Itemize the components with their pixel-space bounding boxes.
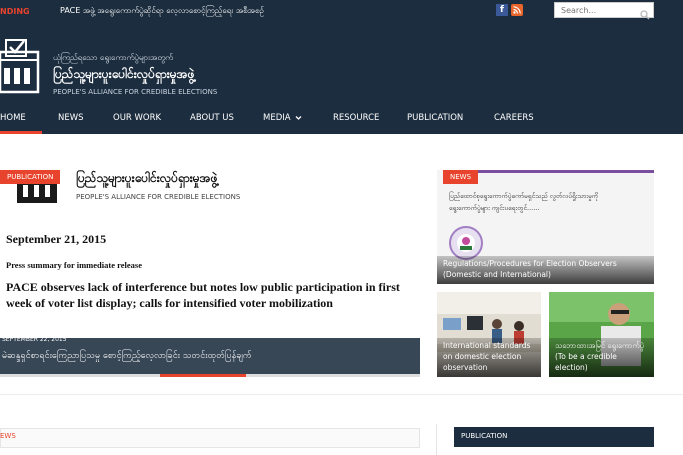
nav-careers[interactable]: CAREERS (494, 113, 534, 123)
logo-title-en: PEOPLE'S ALLIANCE FOR CREDIBLE ELECTIONS (53, 88, 218, 96)
election-emblem-icon (449, 226, 483, 260)
doc-org-name-mm: ပြည်သူ့များပူးပေါင်းလှုပ်ရှားမှုအဖွဲ့ (76, 171, 218, 185)
search-icon[interactable] (640, 5, 650, 20)
logo-tagline-mm: ယုံကြည်ရသော ရွေးကောက်ပွဲများအတွက် (53, 53, 173, 62)
nav-home[interactable]: HOME (0, 113, 26, 123)
news-section-header (0, 428, 420, 448)
tile-regulations[interactable]: ပြည်ထောင်စုရွေးကောက်ပွဲကော်မရှင်သည် လွတ်… (437, 170, 654, 284)
doc-org-name-en: PEOPLE'S ALLIANCE FOR CREDIBLE ELECTIONS (76, 193, 241, 201)
featured-post[interactable]: ပြည်သူ့များပူးပေါင်းလှုပ်ရှားမှုအဖွဲ့ PE… (0, 170, 420, 376)
nav-publication[interactable]: PUBLICATION (407, 113, 463, 123)
category-badge[interactable]: PUBLICATION (0, 170, 61, 184)
tile-caption[interactable]: Regulations/Procedures for Election Obse… (437, 256, 654, 284)
facebook-icon[interactable]: f (496, 4, 508, 16)
main-nav: HOME NEWS OUR WORK ABOUT US MEDIA RESOUR… (0, 104, 683, 134)
category-badge[interactable]: NEWS (443, 170, 479, 184)
column-divider (436, 424, 437, 455)
top-bar: NDING PACE အဖွဲ့ အရွေးကောက်ပွဲဆိုင်ရာ လေ… (0, 0, 683, 22)
section-divider (0, 394, 683, 395)
logo-title-mm: ပြည်သူ့များပူးပေါင်းလှုပ်ရှားမှုအဖွဲ့ (53, 67, 195, 81)
nav-news[interactable]: NEWS (58, 113, 84, 123)
feature-date: SEPTEMBER 22, 2015 (2, 336, 67, 343)
site-logo[interactable] (0, 30, 42, 98)
doc-date: September 21, 2015 (6, 232, 107, 246)
nav-resource[interactable]: RESOURCE (333, 113, 379, 123)
chevron-down-icon[interactable] (295, 114, 302, 124)
publication-section-title[interactable]: PUBLICATION (461, 432, 507, 440)
feature-title[interactable]: မဲဆန္ဒရှင်စာရင်းကြေညာပြသမှု စောင့်ကြည့်လ… (2, 350, 252, 363)
tile-caption[interactable]: သဘောထားအမြင် ရွေးကောက်ပွဲ (To be a credi… (549, 338, 654, 377)
nav-about-us[interactable]: ABOUT US (190, 113, 234, 123)
nav-our-work[interactable]: OUR WORK (113, 113, 161, 123)
news-section-title[interactable]: EWS (0, 432, 16, 440)
nav-media[interactable]: MEDIA (263, 113, 291, 123)
trending-label: NDING (0, 6, 30, 16)
tile-caption[interactable]: International standards on domestic elec… (437, 338, 541, 377)
tile-doc-line2: ရွေးကောက်ပွဲများ ကျင်းပရေးတွင်...... (449, 204, 540, 212)
tile-international-standards[interactable]: International standards on domestic elec… (437, 292, 541, 377)
news-ticker[interactable]: PACE အဖွဲ့ အရွေးကောက်ပွဲဆိုင်ရာ လေ့လာစော… (60, 5, 264, 17)
site-header: ယုံကြည်ရသော ရွေးကောက်ပွဲများအတွက် ပြည်သူ… (0, 22, 683, 104)
tile-doc-line1: ပြည်ထောင်စုရွေးကောက်ပွဲကော်မရှင်သည် လွတ်… (449, 192, 599, 200)
tile-credible-election[interactable]: သဘောထားအမြင် ရွေးကောက်ပွဲ (To be a credi… (549, 292, 654, 377)
slider-active-indicator[interactable] (160, 374, 246, 377)
doc-purple-rule (447, 170, 654, 173)
doc-press-label: Press summary for immediate release (6, 260, 142, 270)
rss-icon[interactable] (511, 4, 523, 16)
nav-active-indicator (0, 131, 42, 134)
doc-headline: PACE observes lack of interference but n… (6, 280, 400, 310)
search-input[interactable] (554, 2, 654, 18)
